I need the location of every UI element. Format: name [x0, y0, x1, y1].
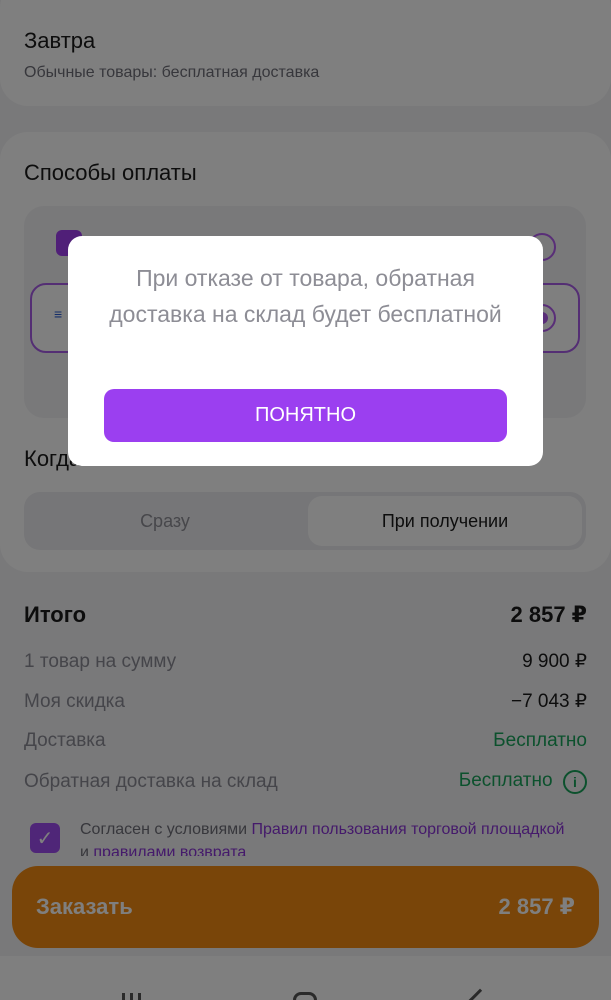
- modal-backdrop[interactable]: [0, 0, 611, 1000]
- info-dialog: При отказе от товара, обратная доставка …: [68, 236, 543, 466]
- dialog-ok-button[interactable]: ПОНЯТНО: [104, 389, 507, 442]
- dialog-message: При отказе от товара, обратная доставка …: [109, 265, 502, 327]
